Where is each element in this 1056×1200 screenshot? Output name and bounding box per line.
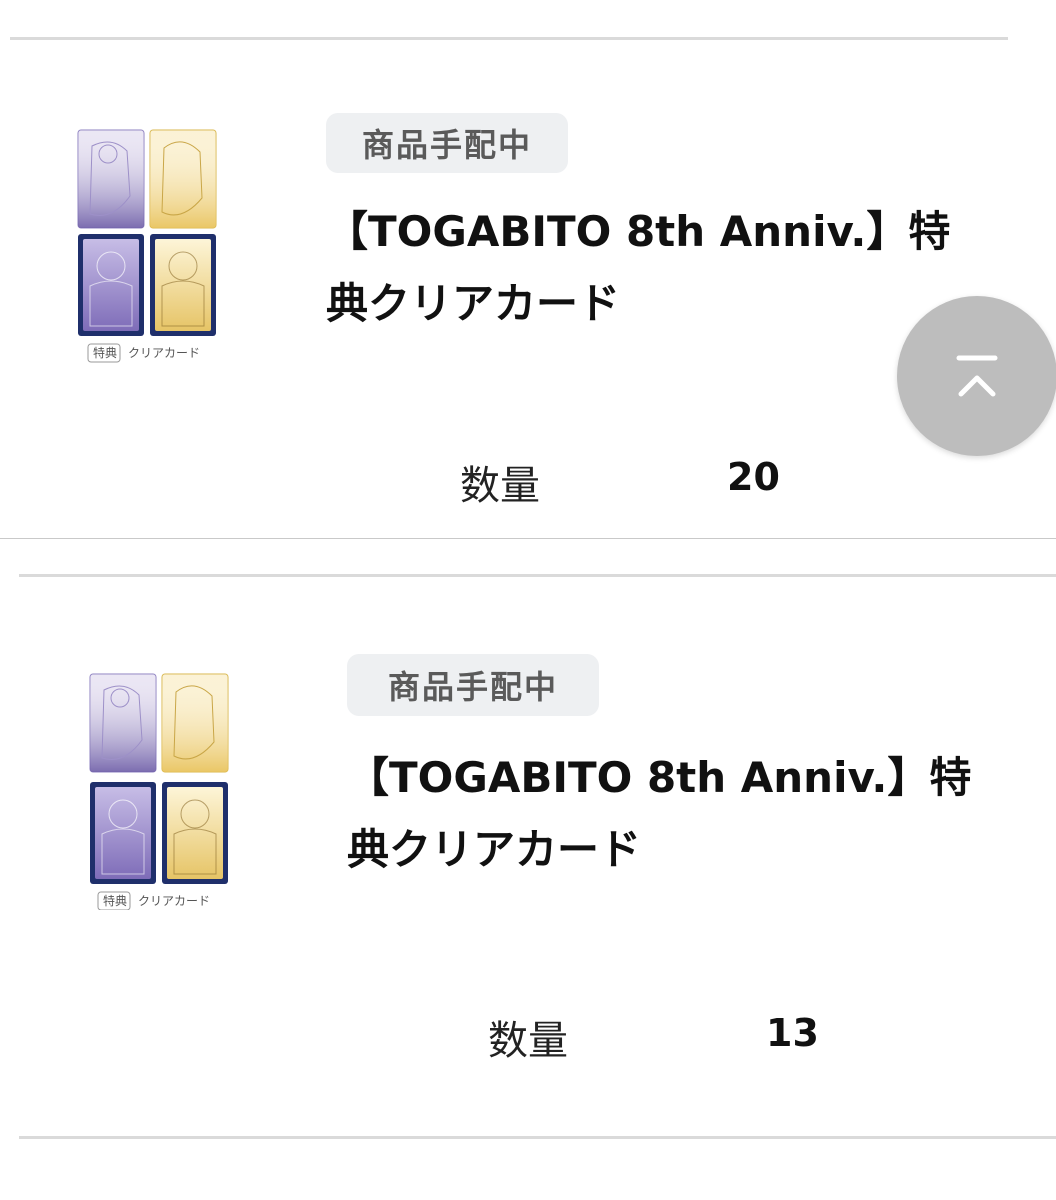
top-divider — [10, 37, 1008, 40]
clear-card-set-image — [89, 673, 229, 910]
screenshot-separator — [0, 538, 1056, 539]
quantity-value: 20 — [727, 455, 780, 499]
quantity-label: 数量 — [488, 1018, 568, 1064]
middle-divider — [19, 574, 1056, 577]
status-badge: 商品手配中 — [326, 113, 568, 173]
quantity-label: 数量 — [460, 463, 540, 509]
thumbnail-badge: 特典 — [102, 894, 127, 908]
product-thumbnail[interactable]: 特典 クリアカード — [86, 670, 236, 910]
thumbnail-caption: クリアカード — [128, 346, 201, 360]
scroll-to-top-button[interactable] — [897, 296, 1056, 456]
quantity-value: 13 — [766, 1011, 819, 1055]
thumbnail-badge: 特典 — [92, 346, 117, 360]
product-title-line-2: 典クリアカード — [326, 279, 621, 328]
product-thumbnail[interactable]: 特典 クリアカード — [72, 126, 222, 366]
bottom-divider — [19, 1136, 1056, 1139]
product-title-line-1: 【TOGABITO 8th Anniv.】特 — [347, 753, 972, 802]
status-badge: 商品手配中 — [347, 654, 599, 716]
product-title-line-1: 【TOGABITO 8th Anniv.】特 — [326, 207, 951, 256]
product-title[interactable]: 【TOGABITO 8th Anniv.】特 典クリアカード — [347, 742, 1047, 886]
product-title[interactable]: 【TOGABITO 8th Anniv.】特 典クリアカード — [326, 196, 986, 340]
thumbnail-caption: クリアカード — [138, 894, 211, 908]
scroll-to-top-icon — [956, 355, 998, 397]
product-title-line-2: 典クリアカード — [347, 825, 642, 874]
clear-card-set-image — [77, 129, 217, 363]
